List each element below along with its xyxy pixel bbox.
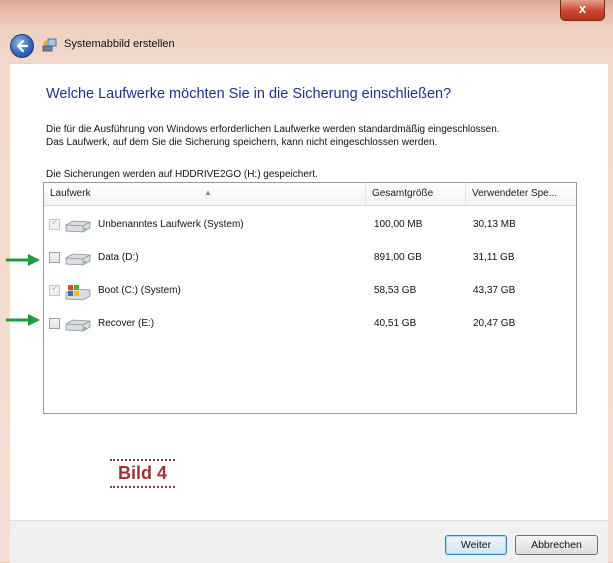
table-row[interactable]: Data (D:) 891,00 GB 31,11 GB [44, 243, 576, 273]
backup-app-icon [42, 38, 57, 52]
hard-drive-icon [65, 253, 91, 266]
table-row[interactable]: Boot (C:) (System) 58,53 GB 43,37 GB [44, 276, 576, 306]
drive-total-size: 58,53 GB [374, 285, 417, 296]
cancel-button[interactable]: Abbrechen [515, 535, 598, 555]
description-line: Die für die Ausführung von Windows erfor… [46, 124, 500, 135]
drive-name: Recover (E:) [98, 318, 155, 329]
table-row[interactable]: Unbenanntes Laufwerk (System) 100,00 MB … [44, 210, 576, 240]
page-title: Welche Laufwerke möchten Sie in die Sich… [46, 86, 452, 102]
drive-used-space: 20,47 GB [473, 318, 516, 329]
include-checkbox [49, 217, 60, 230]
drive-used-space: 30,13 MB [473, 219, 516, 230]
description: Die für die Ausführung von Windows erfor… [46, 124, 586, 149]
description-line: Das Laufwerk, auf dem Sie die Sicherung … [46, 136, 438, 148]
include-checkbox[interactable] [49, 318, 60, 329]
window-frame: x Systemabbild erstellen Welche Laufwerk… [0, 0, 613, 563]
hard-drive-icon [65, 220, 91, 233]
column-label: Laufwerk [50, 188, 91, 199]
include-checkbox[interactable] [49, 252, 60, 263]
drive-name: Unbenanntes Laufwerk (System) [98, 219, 244, 230]
back-button[interactable] [10, 34, 34, 58]
close-button[interactable]: x [560, 0, 605, 21]
table-row[interactable]: Recover (E:) 40,51 GB 20,47 GB [44, 309, 576, 339]
save-location-info: Die Sicherungen werden auf HDDRIVE2GO (H… [46, 169, 318, 180]
green-arrow-icon [6, 254, 40, 266]
windows-drive-icon [65, 285, 91, 301]
column-header-used-space[interactable]: Verwendeter Spe... [466, 183, 576, 205]
figure-label: Bild 4 [110, 459, 176, 488]
table-header: Laufwerk ▲ Gesamtgröße Verwendeter Spe..… [44, 183, 576, 206]
sort-ascending-icon: ▲ [204, 188, 212, 197]
button-bar: Weiter Abbrechen [10, 520, 608, 563]
drive-table: Laufwerk ▲ Gesamtgröße Verwendeter Spe..… [43, 182, 577, 414]
back-arrow-icon [16, 39, 29, 53]
breadcrumb: Systemabbild erstellen [64, 38, 175, 50]
drive-name: Boot (C:) (System) [98, 285, 181, 296]
drive-used-space: 31,11 GB [473, 252, 515, 263]
next-button[interactable]: Weiter [445, 535, 507, 555]
column-header-total-size[interactable]: Gesamtgröße [366, 183, 466, 205]
drive-used-space: 43,37 GB [473, 285, 516, 296]
drive-total-size: 891,00 GB [374, 252, 422, 263]
main-content: Welche Laufwerke möchten Sie in die Sich… [10, 63, 608, 521]
column-header-drive[interactable]: Laufwerk ▲ [44, 183, 366, 205]
drive-total-size: 40,51 GB [374, 318, 417, 329]
hard-drive-icon [65, 319, 91, 332]
drive-name: Data (D:) [98, 252, 139, 263]
drive-total-size: 100,00 MB [374, 219, 423, 230]
navigation-bar: Systemabbild erstellen [10, 34, 599, 58]
include-checkbox [49, 283, 60, 296]
green-arrow-icon [6, 314, 40, 326]
